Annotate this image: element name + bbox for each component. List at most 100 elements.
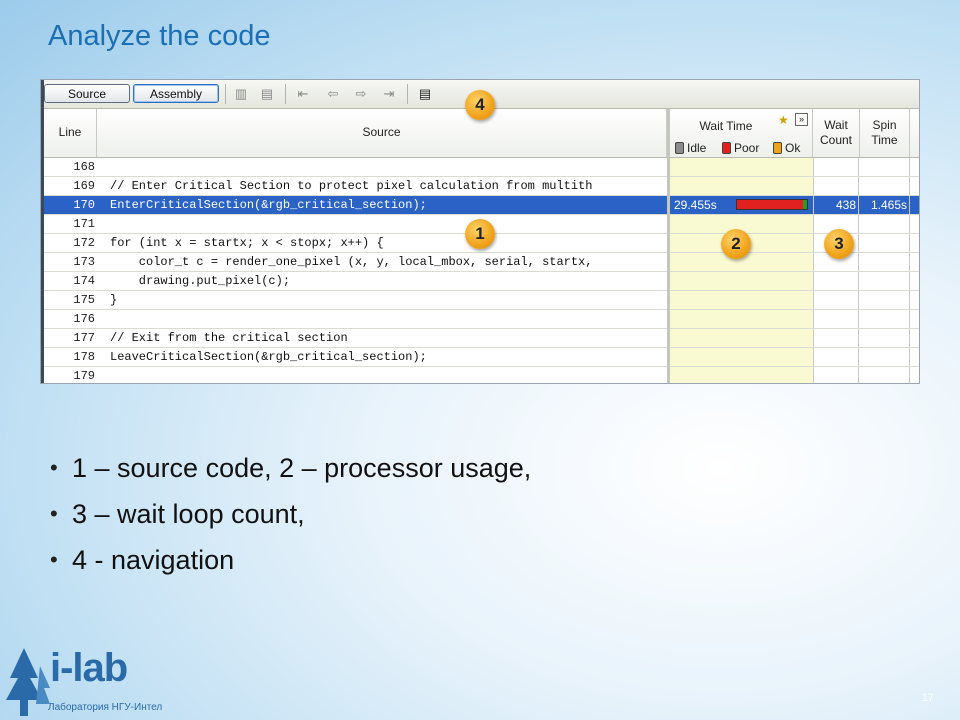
- source-code: // Enter Critical Section to protect pix…: [110, 179, 593, 193]
- line-number: 173: [73, 255, 95, 269]
- table-row[interactable]: 179: [41, 367, 919, 383]
- columns-icon[interactable]: ▥: [233, 86, 249, 101]
- ilab-logo: i-lab Лаборатория НГУ-Интел: [0, 644, 163, 720]
- nav-first-icon[interactable]: ⇤: [295, 86, 311, 101]
- vtune-source-view: Source Assembly ▥ ▤ ⇤ ⇦ ⇨ ⇥ ▤ Line Sourc…: [40, 79, 920, 384]
- wait-time-cell: [669, 329, 814, 347]
- wait-count-cell: [813, 348, 859, 366]
- assembly-button[interactable]: Assembly: [133, 84, 219, 103]
- line-number: 176: [73, 312, 95, 326]
- poor-swatch: [722, 142, 731, 154]
- spin-time-cell: 1.465s: [860, 196, 910, 214]
- wait-count-cell: [813, 158, 859, 176]
- callout-1: 1: [465, 219, 495, 249]
- line-number: 178: [73, 350, 95, 364]
- wait-time-value: 29.455s: [674, 198, 717, 212]
- wait-time-cell: [669, 367, 814, 383]
- table-row[interactable]: 177 // Exit from the critical section: [41, 329, 919, 348]
- spin-time-cell: [860, 253, 910, 271]
- source-code: drawing.put_pixel(c);: [110, 274, 291, 288]
- spin-time-cell: [860, 310, 910, 328]
- bullet-list: 1 – source code, 2 – processor usage, 3 …: [50, 450, 531, 588]
- line-number: 177: [73, 331, 95, 345]
- line-number: 169: [73, 179, 95, 193]
- logo-text: i-lab: [50, 646, 128, 690]
- wait-time-bar-poor: [737, 200, 804, 209]
- spin-time-cell: [860, 348, 910, 366]
- bullet-item: 4 - navigation: [50, 542, 531, 588]
- toolbar-separator: [285, 84, 286, 104]
- ok-swatch: [773, 142, 782, 154]
- spin-time-cell: [860, 367, 910, 383]
- wait-time-cell: [669, 348, 814, 366]
- wait-count-cell: [813, 310, 859, 328]
- line-number: 179: [73, 369, 95, 383]
- wait-count-cell: [813, 272, 859, 290]
- wait-count-cell: [813, 367, 859, 383]
- spin-time-cell: [860, 272, 910, 290]
- legend-idle: Idle: [675, 141, 706, 155]
- table-row[interactable]: 174 drawing.put_pixel(c);: [41, 272, 919, 291]
- spin-time-cell: [860, 291, 910, 309]
- table-row[interactable]: 169 // Enter Critical Section to protect …: [41, 177, 919, 196]
- legend-poor: Poor: [722, 141, 759, 155]
- wait-time-cell: [669, 177, 814, 195]
- wait-time-cell: [669, 310, 814, 328]
- spin-time-cell: [860, 158, 910, 176]
- table-row[interactable]: 176: [41, 310, 919, 329]
- wait-time-cell: 29.455s: [669, 196, 814, 214]
- expand-icon[interactable]: »: [795, 113, 808, 126]
- bullet-item: 3 – wait loop count,: [50, 496, 531, 542]
- wait-time-cell: [669, 272, 814, 290]
- pane-splitter[interactable]: [667, 109, 670, 383]
- nav-last-icon[interactable]: ⇥: [381, 86, 397, 101]
- table-row[interactable]: 170 EnterCriticalSection(&rgb_critical_se…: [41, 196, 919, 215]
- callout-4: 4: [465, 90, 495, 120]
- spin-time-cell: [860, 329, 910, 347]
- logo-subtitle: Лаборатория НГУ-Интел: [48, 702, 163, 713]
- grid-icon[interactable]: ▤: [259, 86, 275, 101]
- page-number: 17: [921, 692, 934, 704]
- source-code: // Exit from the critical section: [110, 331, 348, 345]
- star-icon[interactable]: ★: [778, 113, 789, 127]
- spin-time-cell: [860, 215, 910, 233]
- legend-ok: Ok: [773, 141, 800, 155]
- column-header-source[interactable]: Source: [97, 109, 667, 157]
- wait-time-bar-ok: [803, 200, 807, 209]
- spin-time-cell: [860, 234, 910, 252]
- idle-swatch: [675, 142, 684, 154]
- column-header-line[interactable]: Line: [44, 109, 97, 157]
- bullet-item: 1 – source code, 2 – processor usage,: [50, 450, 531, 496]
- toolbar-separator: [225, 84, 226, 104]
- wait-time-cell: [669, 291, 814, 309]
- column-header-wait-time[interactable]: Wait Time ★ » Idle Poor Ok: [670, 109, 813, 157]
- line-number: 170: [73, 198, 95, 212]
- wait-count-cell: [813, 177, 859, 195]
- spin-time-cell: [860, 177, 910, 195]
- toolbar-separator: [407, 84, 408, 104]
- line-number: 172: [73, 236, 95, 250]
- nav-prev-icon[interactable]: ⇦: [325, 86, 341, 101]
- wait-time-cell: [669, 158, 814, 176]
- line-number: 171: [73, 217, 95, 231]
- table-row[interactable]: 173 color_t c = render_one_pixel (x, y, …: [41, 253, 919, 272]
- wait-count-cell: [813, 329, 859, 347]
- table-row[interactable]: 168: [41, 158, 919, 177]
- nav-next-icon[interactable]: ⇨: [353, 86, 369, 101]
- column-header-spin-time[interactable]: Spin Time: [860, 109, 910, 157]
- column-header-wait-count[interactable]: Wait Count: [813, 109, 860, 157]
- source-code: color_t c = render_one_pixel (x, y, loca…: [110, 255, 593, 269]
- line-number: 175: [73, 293, 95, 307]
- wait-count-cell: [813, 291, 859, 309]
- source-button[interactable]: Source: [44, 84, 130, 103]
- source-code: }: [110, 293, 118, 307]
- callout-3: 3: [824, 229, 854, 259]
- tree-icon: [6, 648, 50, 716]
- document-icon[interactable]: ▤: [417, 86, 433, 101]
- callout-2: 2: [721, 229, 751, 259]
- table-row[interactable]: 175}: [41, 291, 919, 310]
- wait-time-bar: [736, 199, 808, 210]
- line-number: 168: [73, 160, 95, 174]
- slide-title: Analyze the code: [48, 20, 271, 52]
- table-row[interactable]: 178 LeaveCriticalSection(&rgb_critical_se…: [41, 348, 919, 367]
